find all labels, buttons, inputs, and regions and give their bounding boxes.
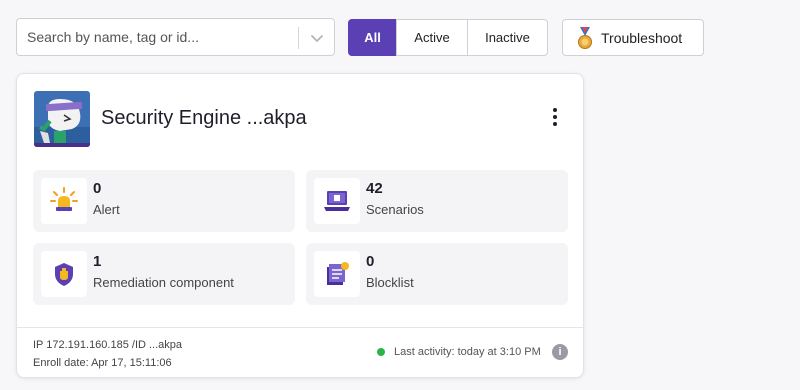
ip-id-text: IP 172.191.160.185 /ID ...akpa (33, 339, 183, 351)
search-input[interactable] (17, 19, 297, 55)
scenarios-label: Scenarios (366, 202, 424, 217)
stat-remediation: 1 Remediation component (33, 243, 295, 305)
alarm-light-icon (41, 178, 87, 224)
remediation-label: Remediation component (93, 275, 234, 290)
filter-all-button[interactable]: All (348, 19, 397, 56)
card-title: Security Engine ...akpa (101, 107, 307, 129)
chevron-down-icon[interactable] (307, 28, 327, 48)
enroll-date-text: Enroll date: Apr 17, 15:11:06 (33, 357, 172, 369)
blocklist-count: 0 (366, 253, 375, 270)
stat-blocklist: 0 Blocklist (306, 243, 568, 305)
shield-fist-icon (41, 251, 87, 297)
laptop-icon (314, 178, 360, 224)
status-dot (377, 348, 385, 356)
scenarios-count: 42 (366, 180, 383, 197)
troubleshoot-button[interactable]: Troubleshoot (562, 19, 704, 56)
last-activity-status: Last activity: today at 3:10 PM (377, 346, 541, 358)
medal-icon (578, 26, 592, 49)
status-filter: All Active Inactive (348, 19, 548, 56)
stat-scenarios: 42 Scenarios (306, 170, 568, 232)
filter-active-button[interactable]: Active (396, 19, 468, 56)
troubleshoot-label: Troubleshoot (601, 29, 683, 46)
alert-label: Alert (93, 202, 120, 217)
card-footer-info: IP 172.191.160.185 /ID ...akpa Enroll da… (33, 336, 182, 372)
last-activity-text: Last activity: today at 3:10 PM (394, 346, 541, 358)
filter-inactive-button[interactable]: Inactive (467, 19, 548, 56)
search-separator (298, 27, 299, 49)
remediation-count: 1 (93, 253, 102, 270)
alert-count: 0 (93, 180, 102, 197)
search-box[interactable] (16, 18, 335, 56)
more-options-icon[interactable] (547, 106, 563, 130)
card-divider (17, 327, 583, 328)
blocklist-icon (314, 251, 360, 297)
stat-alert: 0 Alert (33, 170, 295, 232)
engine-avatar (34, 91, 90, 147)
mascot-icon (34, 91, 90, 147)
info-icon[interactable]: i (552, 344, 568, 360)
blocklist-label: Blocklist (366, 275, 414, 290)
security-engine-card: Security Engine ...akpa 0 Alert 42 Scena… (16, 73, 584, 378)
